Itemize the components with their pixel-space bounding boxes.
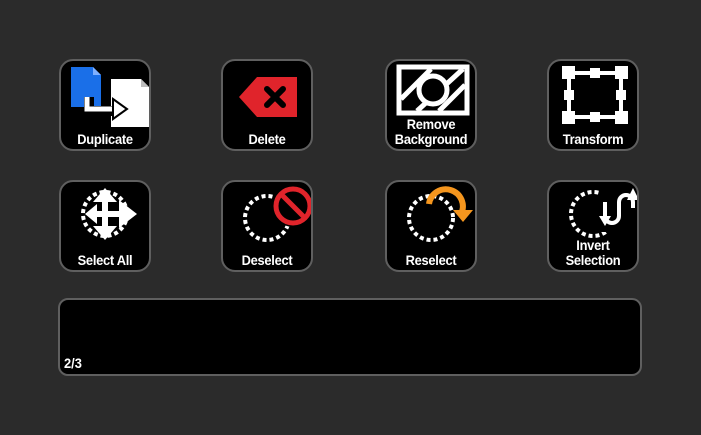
deselect-button[interactable]: Deselect: [221, 180, 313, 272]
button-label: Reselect: [405, 252, 457, 268]
delete-button[interactable]: Delete: [221, 59, 313, 151]
button-label: Delete: [248, 131, 286, 147]
button-label: Duplicate: [77, 131, 133, 147]
invert-selection-button[interactable]: Invert Selection: [547, 180, 639, 272]
reselect-button[interactable]: Reselect: [385, 180, 477, 272]
remove-background-button[interactable]: Remove Background: [385, 59, 477, 151]
button-label: Invert Selection: [565, 237, 621, 268]
page-strip[interactable]: 2/3: [58, 298, 642, 376]
page-indicator: 2/3: [64, 355, 82, 371]
select-all-button[interactable]: Select All: [59, 180, 151, 272]
button-label: Transform: [562, 131, 624, 147]
button-label: Deselect: [241, 252, 293, 268]
button-label: Remove Background: [394, 116, 468, 147]
transform-button[interactable]: Transform: [547, 59, 639, 151]
duplicate-button[interactable]: Duplicate: [59, 59, 151, 151]
button-label: Select All: [77, 252, 133, 268]
